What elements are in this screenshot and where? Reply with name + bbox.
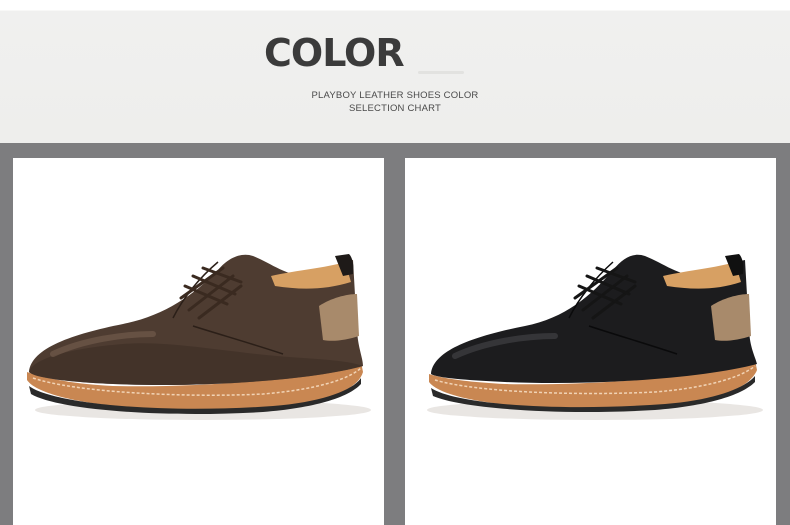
shoe-image-brown <box>27 254 371 420</box>
header-banner: COLOR PLAYBOY LEATHER SHOES COLOR SELECT… <box>0 0 790 143</box>
product-panel-brown[interactable] <box>13 158 384 525</box>
title-accent <box>418 71 464 74</box>
page-subtitle: PLAYBOY LEATHER SHOES COLOR SELECTION CH… <box>295 89 495 115</box>
shoe-image-black <box>427 254 763 420</box>
page-title: COLOR <box>264 31 405 75</box>
subtitle-line-1: PLAYBOY LEATHER SHOES COLOR <box>311 90 479 101</box>
subtitle-line-2: SELECTION CHART <box>348 103 442 114</box>
product-panel-black[interactable] <box>405 158 776 525</box>
